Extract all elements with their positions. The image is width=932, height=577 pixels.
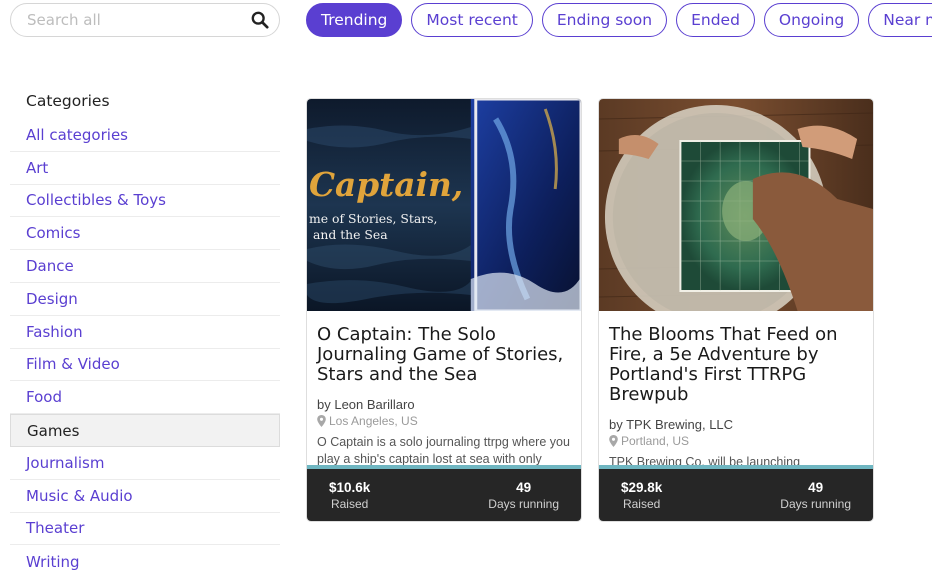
project-image[interactable]: Captain, me of Stories, Stars, and the S… — [307, 99, 581, 311]
days-label: Days running — [780, 496, 851, 511]
days-value: 49 — [516, 479, 532, 495]
search-box[interactable] — [10, 3, 280, 37]
filter-near-me[interactable]: Near me — [868, 3, 932, 37]
category-art[interactable]: Art — [10, 152, 280, 185]
filter-most-recent[interactable]: Most recent — [411, 3, 533, 37]
filter-trending[interactable]: Trending — [306, 3, 403, 37]
location-pin-icon — [317, 415, 326, 427]
raised-stat: $29.8k Raised — [621, 480, 662, 511]
category-design[interactable]: Design — [10, 283, 280, 316]
category-film-video[interactable]: Film & Video — [10, 349, 280, 382]
category-writing[interactable]: Writing — [10, 545, 280, 577]
filter-bar: Trending Most recent Ending soon Ended O… — [306, 3, 932, 37]
project-description: O Captain is a solo journaling ttrpg whe… — [317, 435, 570, 465]
project-description: TPK Brewing Co. will be launching — [609, 455, 801, 465]
days-stat: 49 Days running — [488, 480, 559, 511]
category-music-audio[interactable]: Music & Audio — [10, 480, 280, 513]
cover-title: Captain, — [309, 165, 463, 204]
categories-heading: Categories — [26, 92, 110, 110]
card-body: The Blooms That Feed on Fire, a 5e Adven… — [599, 311, 873, 466]
category-all[interactable]: All categories — [10, 119, 280, 152]
category-fashion[interactable]: Fashion — [10, 316, 280, 349]
cover-subtitle: me of Stories, Stars, — [309, 211, 437, 226]
category-dance[interactable]: Dance — [10, 250, 280, 283]
card-stats: $29.8k Raised 49 Days running — [599, 469, 873, 521]
project-title[interactable]: The Blooms That Feed on Fire, a 5e Adven… — [609, 325, 863, 405]
project-creator: by Leon Barillaro — [317, 397, 415, 412]
category-games[interactable]: Games — [10, 414, 280, 447]
raised-stat: $10.6k Raised — [329, 480, 370, 511]
search-input[interactable] — [11, 4, 231, 36]
project-card[interactable]: Captain, me of Stories, Stars, and the S… — [306, 98, 582, 522]
location-pin-icon — [609, 435, 618, 447]
location-text: Los Angeles, US — [329, 414, 418, 428]
category-food[interactable]: Food — [10, 381, 280, 415]
raised-label: Raised — [330, 496, 369, 511]
card-stats: $10.6k Raised 49 Days running — [307, 469, 581, 521]
search-icon[interactable] — [251, 11, 269, 29]
location-text: Portland, US — [621, 434, 690, 448]
category-collectibles-toys[interactable]: Collectibles & Toys — [10, 185, 280, 218]
raised-label: Raised — [622, 496, 661, 511]
category-theater[interactable]: Theater — [10, 513, 280, 546]
filter-ongoing[interactable]: Ongoing — [763, 3, 860, 37]
raised-value: $10.6k — [329, 479, 371, 495]
project-location: Portland, US — [609, 434, 863, 448]
filter-ended[interactable]: Ended — [676, 3, 755, 37]
raised-value: $29.8k — [621, 479, 663, 495]
days-stat: 49 Days running — [780, 480, 851, 511]
category-comics[interactable]: Comics — [10, 217, 280, 251]
project-image[interactable] — [599, 99, 873, 311]
category-journalism[interactable]: Journalism — [10, 447, 280, 480]
cover-subtitle: and the Sea — [313, 227, 388, 242]
project-title[interactable]: O Captain: The Solo Journaling Game of S… — [317, 325, 571, 385]
project-creator: by TPK Brewing, LLC — [609, 417, 734, 432]
project-card[interactable]: The Blooms That Feed on Fire, a 5e Adven… — [598, 98, 874, 522]
days-label: Days running — [488, 496, 559, 511]
days-value: 49 — [808, 479, 824, 495]
project-location: Los Angeles, US — [317, 414, 571, 428]
card-body: O Captain: The Solo Journaling Game of S… — [307, 311, 581, 466]
filter-ending-soon[interactable]: Ending soon — [541, 3, 668, 37]
category-sidebar: Categories All categories Art Collectibl… — [10, 86, 280, 577]
